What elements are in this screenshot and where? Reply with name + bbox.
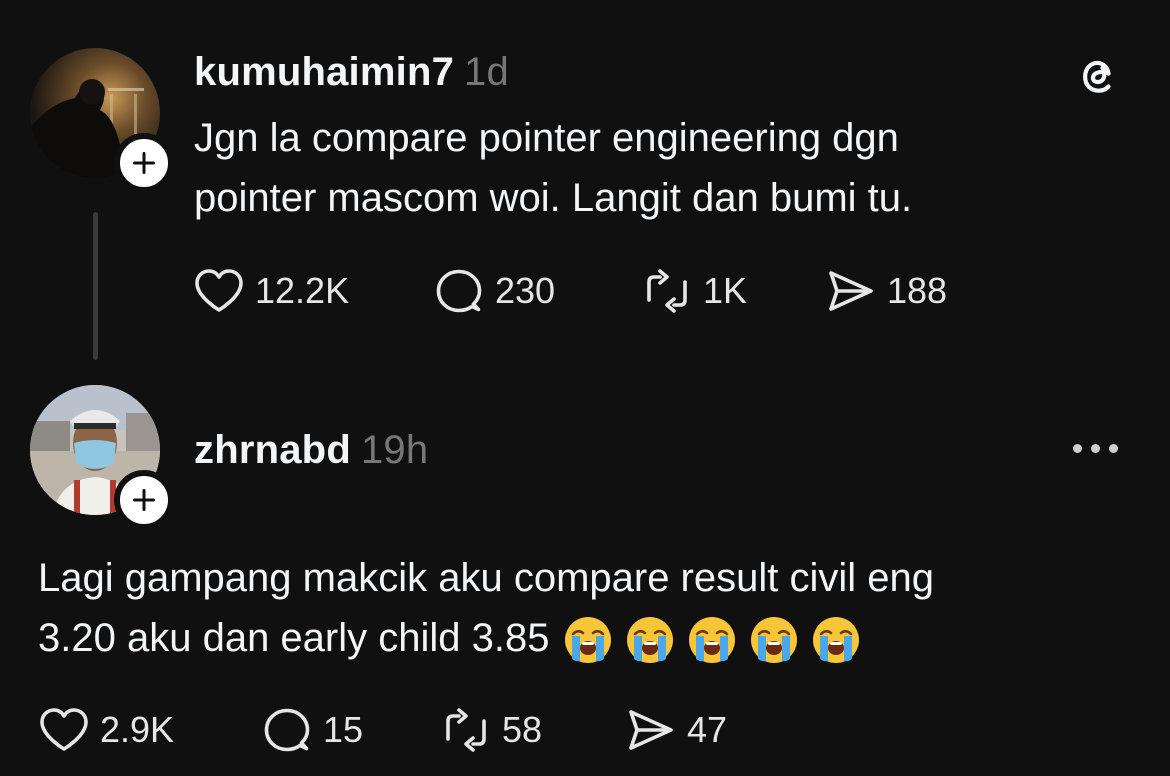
post-1-line-2: pointer mascom woi. Langit dan bumi tu.	[194, 176, 913, 220]
post-2-repost-count: 58	[502, 709, 543, 750]
loudly-crying-face-icon	[749, 615, 799, 665]
post-1-share-button[interactable]: 188	[825, 267, 947, 315]
more-dot	[1091, 444, 1100, 453]
follow-button-zhrnabd[interactable]	[114, 470, 174, 530]
post-2-line-2: 3.20 aku dan early child 3.85	[38, 616, 550, 660]
repost-icon	[647, 269, 687, 313]
follow-button-kumuhaimin7[interactable]	[114, 133, 174, 193]
post-2-actions: 2.9K 15 58 47	[38, 705, 727, 755]
speech-bubble-icon	[436, 269, 482, 313]
plus-icon	[133, 489, 155, 511]
send-icon	[829, 271, 873, 311]
post-2-timestamp: 19h	[360, 428, 429, 472]
post-2-like-button[interactable]: 2.9K	[38, 706, 261, 754]
repost-icon	[446, 708, 486, 752]
speech-bubble-icon	[264, 708, 310, 752]
thread-connector-line	[93, 212, 98, 360]
post-1-username[interactable]: kumuhaimin7	[194, 50, 454, 94]
loudly-crying-face-icon	[563, 615, 613, 665]
send-icon	[629, 710, 673, 750]
plus-icon	[133, 152, 155, 174]
post-2-reply-button[interactable]: 15	[261, 706, 440, 754]
post-2-repost-button[interactable]: 58	[440, 706, 625, 754]
post-1-line-1: Jgn la compare pointer engineering dgn	[194, 116, 899, 160]
more-dot	[1109, 444, 1118, 453]
post-2-header: zhrnabd 19h	[194, 428, 428, 473]
post-1-like-button[interactable]: 12.2K	[193, 267, 433, 315]
heart-icon	[40, 708, 88, 751]
post-1-like-count: 12.2K	[255, 270, 350, 311]
post-2-line-2-row: 3.20 aku dan early child 3.85	[38, 608, 934, 668]
post-2-username[interactable]: zhrnabd	[194, 428, 351, 472]
post-2-reply-count: 15	[323, 709, 364, 750]
post-1-reply-button[interactable]: 230	[433, 267, 641, 315]
post-2-body: Lagi gampang makcik aku compare result c…	[38, 548, 934, 668]
emoji-row	[563, 615, 861, 665]
post-1-repost-button[interactable]: 1K	[641, 267, 825, 315]
threads-logo-icon[interactable]	[1074, 51, 1122, 104]
loudly-crying-face-icon	[687, 615, 737, 665]
post-1-timestamp: 1d	[464, 50, 509, 94]
heart-icon	[195, 269, 243, 312]
post-1-body: Jgn la compare pointer engineering dgn p…	[194, 108, 912, 228]
post-2-like-count: 2.9K	[100, 709, 175, 750]
loudly-crying-face-icon	[625, 615, 675, 665]
post-2-share-count: 47	[687, 709, 728, 750]
post-2-line-1: Lagi gampang makcik aku compare result c…	[38, 556, 934, 600]
post-1-repost-count: 1K	[703, 270, 748, 311]
post-1-actions: 12.2K 230 1K 188	[193, 266, 947, 316]
post-1-reply-count: 230	[495, 270, 556, 311]
post-1-share-count: 188	[887, 270, 948, 311]
more-options-button[interactable]	[1073, 444, 1118, 453]
post-2-share-button[interactable]: 47	[625, 706, 727, 754]
post-1-header: kumuhaimin7 1d	[194, 50, 509, 95]
loudly-crying-face-icon	[811, 615, 861, 665]
more-dots-icon	[1073, 444, 1082, 453]
